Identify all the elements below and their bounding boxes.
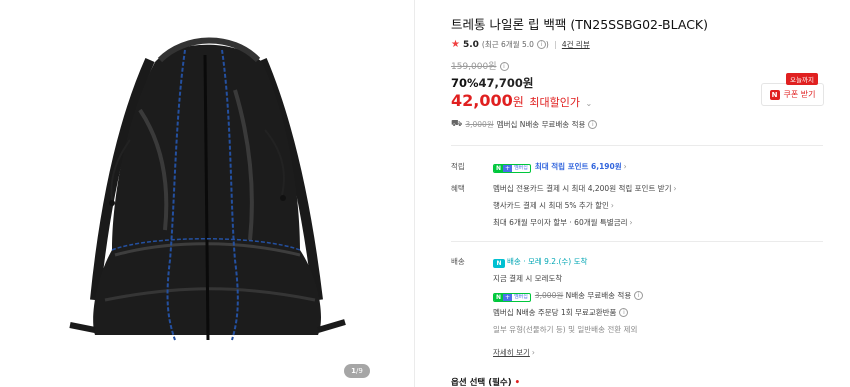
discount-percent: 70% — [451, 76, 479, 90]
points-text: 최대 적립 포인트 6,190원 — [534, 162, 622, 171]
points-row[interactable]: N + 멤버십 최대 적립 포인트 6,190원 › — [493, 158, 627, 175]
shipping-summary: ⛟ 3,000원 멤버십 N배송 무료배송 적용 i — [451, 119, 598, 130]
final-price-row[interactable]: 42,000원 최대할인가 ⌄ — [451, 91, 592, 110]
final-price: 42,000 — [451, 91, 513, 110]
divider — [554, 40, 556, 49]
delivery-label: 배송 — [451, 257, 465, 266]
shipping-original-fee: 3,000원 — [465, 120, 494, 129]
shipping-text: 멤버십 N배송 무료배송 적용 — [496, 120, 586, 129]
column-divider — [414, 0, 415, 387]
delivery-exclusion: 일부 유형(선물하기 등) 및 일반배송 전환 제외 — [493, 325, 638, 334]
delivery-fee: N + 멤버십 3,000원 N배송 무료배송 적용 i — [493, 287, 644, 304]
naver-membership-badge: N + 멤버십 — [493, 293, 531, 302]
info-icon[interactable]: i — [619, 308, 629, 317]
delivery-note: 지금 결제 시 모레도착 — [493, 274, 563, 283]
chevron-right-icon: › — [629, 218, 633, 227]
backpack-image — [69, 37, 346, 341]
details-link[interactable]: 자세히 보기 › — [493, 344, 643, 361]
naver-membership-badge: N + 멤버십 — [493, 164, 531, 173]
info-icon[interactable]: i — [499, 62, 509, 71]
rating-score: 5.0 — [462, 39, 479, 50]
image-counter: 1/9 — [344, 364, 370, 378]
perks-label: 혜택 — [451, 184, 465, 193]
chevron-right-icon: › — [531, 348, 535, 357]
product-gallery[interactable]: 1/9 — [0, 0, 414, 387]
sale-price: 47,700원 — [478, 76, 534, 90]
review-count-link[interactable]: 4건 리뷰 — [562, 39, 590, 50]
info-icon[interactable]: i — [588, 120, 598, 129]
rating-row: ★ 5.0 (최근 6개월 5.0 i) 4건 리뷰 — [451, 39, 590, 50]
info-icon[interactable]: i — [536, 40, 546, 49]
coupon-button[interactable]: N 쿠폰 받기 — [761, 83, 824, 106]
sale-price-row: 70%47,700원 — [451, 75, 534, 91]
points-label: 적립 — [451, 162, 465, 171]
product-title: 트레통 나일론 립 백팩 (TN25SSBG02-BLACK) — [451, 17, 709, 32]
chevron-right-icon: › — [610, 201, 614, 210]
original-price: 159,000원 i — [451, 59, 509, 72]
section-divider — [451, 241, 823, 242]
chevron-right-icon: › — [623, 162, 627, 171]
delivery-eta: N 배송 · 모레 9.2.(수) 도착 — [493, 253, 643, 270]
rating-recent: (최근 6개월 5.0 i) — [481, 40, 549, 49]
delivery-exchange: 멤버십 N배송 주문당 1회 무료교환반품 i — [493, 304, 643, 321]
truck-icon: ⛟ — [451, 119, 463, 129]
final-price-label: 최대할인가 — [529, 96, 580, 109]
perk-item[interactable]: 최대 6개월 무이자 할부 · 60개월 특별금리 › — [493, 214, 677, 231]
product-info: 트레통 나일론 립 백팩 (TN25SSBG02-BLACK) ★ 5.0 (최… — [451, 0, 831, 387]
star-icon: ★ — [451, 39, 460, 50]
chevron-right-icon: › — [673, 184, 677, 193]
section-divider — [451, 145, 823, 146]
info-icon[interactable]: i — [634, 291, 644, 300]
coupon-deadline-badge: 오늘까지 — [786, 73, 818, 85]
perks-list: 멤버십 전용카드 결제 시 최대 4,200원 적립 포인트 받기 › 행사카드 … — [493, 180, 677, 231]
perk-item[interactable]: 멤버십 전용카드 결제 시 최대 4,200원 적립 포인트 받기 › — [493, 180, 677, 197]
coupon-icon: N — [769, 89, 780, 100]
perk-item[interactable]: 행사카드 결제 시 최대 5% 추가 할인 › — [493, 197, 677, 214]
chevron-down-icon: ⌄ — [585, 99, 593, 108]
options-select-label: 옵션 선택 (필수) • — [451, 378, 521, 387]
delivery-info: N 배송 · 모레 9.2.(수) 도착 지금 결제 시 모레도착 N + 멤버십 3,… — [493, 253, 644, 361]
delivery-icon: N — [493, 259, 505, 268]
